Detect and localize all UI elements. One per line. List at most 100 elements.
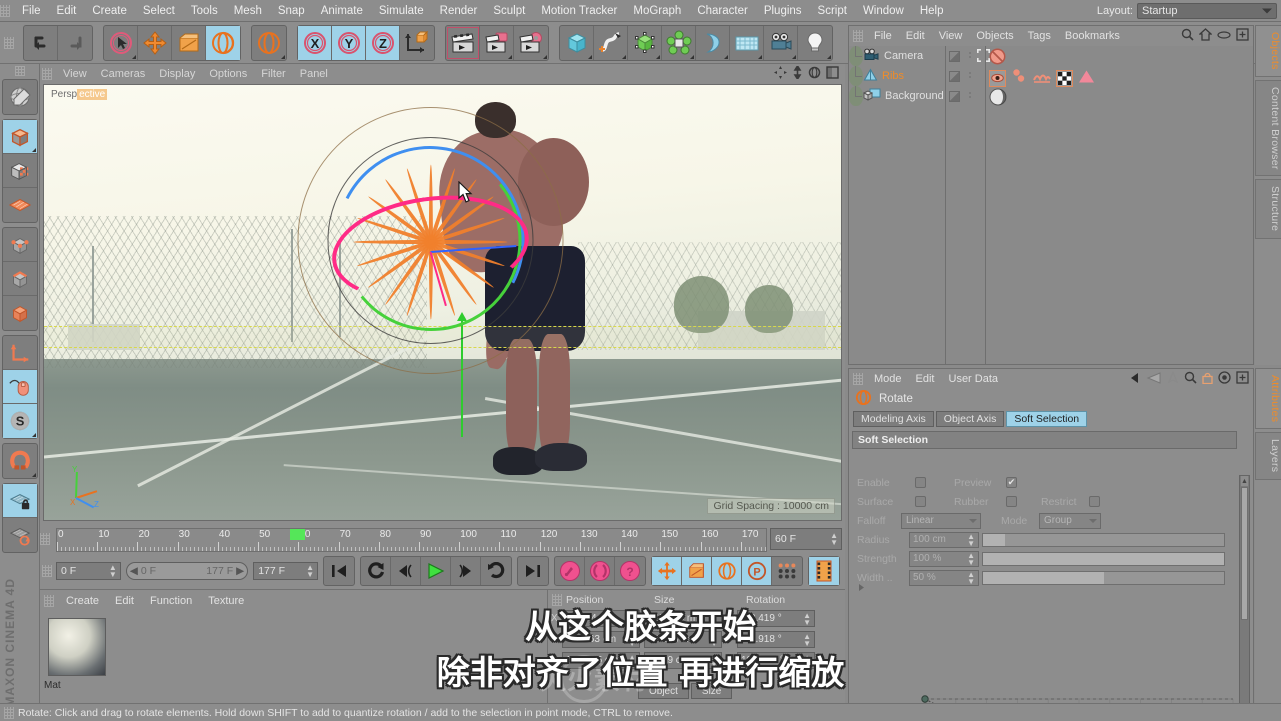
menu-item-character[interactable]: Character: [689, 0, 756, 22]
rotation-h-spinner-icon[interactable]: ▲ ▼: [803, 611, 811, 626]
menu-item-tools[interactable]: Tools: [183, 0, 226, 22]
workplane-mode-button[interactable]: [3, 188, 37, 222]
attributes-scrollbar-thumb[interactable]: [1241, 487, 1248, 621]
menu-item-motion-tracker[interactable]: Motion Tracker: [533, 0, 625, 22]
frame-spinner-icon[interactable]: ▲ ▼: [830, 532, 838, 547]
background-dots-icon[interactable]: [965, 90, 975, 100]
curve-expand-icon[interactable]: [857, 583, 866, 595]
menu-item-help[interactable]: Help: [912, 0, 952, 22]
rotation-b-spinner-icon[interactable]: ▲ ▼: [803, 653, 811, 668]
redo-button[interactable]: [58, 26, 92, 60]
position-y-spinner-icon[interactable]: ▲ ▼: [628, 632, 636, 647]
menu-item-select[interactable]: Select: [135, 0, 183, 22]
width-spinner-icon[interactable]: ▲ ▼: [967, 570, 975, 585]
light-button[interactable]: [798, 26, 832, 60]
object-menu-bookmarks[interactable]: Bookmarks: [1058, 26, 1127, 46]
ellipse-icon[interactable]: [1217, 30, 1231, 43]
object-mode-button[interactable]: Object: [638, 683, 689, 699]
width-slider[interactable]: [982, 570, 1225, 585]
menu-item-sculpt[interactable]: Sculpt: [485, 0, 533, 22]
workplane-rotate-button[interactable]: [3, 518, 37, 552]
key-position-button[interactable]: [652, 556, 683, 585]
keyframe-selection-button[interactable]: ?: [615, 557, 645, 585]
position-z-spinner-icon[interactable]: ▲ ▼: [628, 653, 636, 668]
add-panel-icon[interactable]: [1236, 28, 1249, 44]
object-menu-tags[interactable]: Tags: [1021, 26, 1058, 46]
strength-spinner-icon[interactable]: ▲ ▼: [967, 551, 975, 566]
tab-object-axis[interactable]: Object Axis: [935, 411, 1005, 427]
menu-item-animate[interactable]: Animate: [313, 0, 371, 22]
size-z-spinner-icon[interactable]: ▲ ▼: [710, 653, 718, 668]
menu-item-simulate[interactable]: Simulate: [371, 0, 432, 22]
rotate-button[interactable]: [206, 25, 240, 60]
size-z-field[interactable]: 76.59 cm ▲ ▼: [644, 652, 722, 669]
timeline-playhead[interactable]: [290, 529, 306, 540]
mode-dropdown[interactable]: Group: [1039, 512, 1101, 529]
rotation-p-field[interactable]: -25.918 ° ▲ ▼: [737, 631, 815, 648]
world-coordinates-button[interactable]: [400, 26, 434, 60]
x-axis-lock-button[interactable]: X: [298, 25, 332, 60]
model-mode-button[interactable]: [2, 120, 37, 154]
no-entry-icon[interactable]: [989, 48, 1006, 68]
size-x-spinner-icon[interactable]: ▲ ▼: [710, 611, 718, 626]
enable-axis-button[interactable]: [2, 336, 37, 370]
side-tab-objects[interactable]: Objects: [1255, 25, 1281, 77]
viewport-menu-cameras[interactable]: Cameras: [94, 64, 153, 84]
size-x-field[interactable]: 145.164 m ▲ ▼: [644, 610, 722, 627]
menu-item-render[interactable]: Render: [432, 0, 486, 22]
move-button[interactable]: [138, 25, 172, 60]
radius-spinner-icon[interactable]: ▲ ▼: [967, 532, 975, 547]
enable-checkbox[interactable]: [915, 477, 926, 488]
back-icon[interactable]: [1129, 372, 1141, 387]
rotation-h-field[interactable]: -62.419 ° ▲ ▼: [737, 610, 815, 627]
vertex-map-icon[interactable]: [1033, 70, 1051, 87]
live-selection-button[interactable]: [104, 25, 138, 60]
render-view-button[interactable]: [446, 25, 480, 60]
zoom-view-icon[interactable]: [792, 64, 803, 82]
key-pla-button[interactable]: P: [742, 556, 773, 585]
polygons-mode-button[interactable]: [3, 296, 37, 330]
falloff-dropdown[interactable]: Linear: [901, 512, 981, 529]
object-row-ribs[interactable]: Ribs: [849, 66, 1253, 87]
previous-frame-button[interactable]: [391, 556, 422, 585]
next-keyframe-button[interactable]: [481, 557, 511, 585]
attributes-menu-user-data[interactable]: User Data: [942, 369, 1006, 389]
attributes-menu-mode[interactable]: Mode: [867, 369, 909, 389]
strength-field[interactable]: 100 % ▲ ▼: [909, 550, 979, 567]
material-swatch[interactable]: [45, 615, 109, 691]
size-y-field[interactable]: 149.93 cm ▲ ▼: [644, 631, 722, 648]
magnet-button[interactable]: [3, 444, 37, 478]
target-icon[interactable]: [1218, 371, 1231, 387]
object-manager-list[interactable]: Camera Ribs Background: [849, 46, 1253, 364]
key-parameters-button[interactable]: [772, 557, 802, 585]
material-menu-texture[interactable]: Texture: [200, 590, 252, 612]
object-row-camera[interactable]: Camera: [849, 46, 1253, 66]
scale-button[interactable]: [172, 25, 206, 60]
end-spinner-icon[interactable]: ▲ ▼: [306, 563, 314, 578]
position-x-spinner-icon[interactable]: ▲ ▼: [628, 611, 636, 626]
menu-item-mograph[interactable]: MoGraph: [625, 0, 689, 22]
key-scale-button[interactable]: [682, 556, 713, 585]
radius-slider[interactable]: [982, 532, 1225, 547]
viewport-menu-options[interactable]: Options: [202, 64, 254, 84]
generator-button[interactable]: [628, 25, 662, 60]
maximize-view-icon[interactable]: [826, 66, 839, 82]
autokey-button[interactable]: [585, 556, 616, 585]
forward-icon[interactable]: [1146, 371, 1162, 387]
home-icon[interactable]: [1198, 28, 1213, 44]
undo-button[interactable]: [24, 25, 58, 60]
viewport-menu-filter[interactable]: Filter: [254, 64, 292, 84]
menu-item-mesh[interactable]: Mesh: [226, 0, 270, 22]
viewport-canvas[interactable]: Y X Z Persp ective Grid Spacing : 10000 c…: [43, 84, 842, 521]
workplane-lock-button[interactable]: [2, 484, 37, 518]
attributes-scrollbar[interactable]: ▲ ▼: [1239, 475, 1250, 715]
camera-dots-icon[interactable]: [965, 50, 975, 60]
edges-mode-button[interactable]: [2, 262, 37, 296]
render-settings-button[interactable]: [514, 26, 548, 60]
preview-range-field[interactable]: ◀ 0 F 177 F ▶: [125, 561, 249, 580]
menu-item-window[interactable]: Window: [855, 0, 912, 22]
range-left-arrow-icon[interactable]: ◀: [130, 565, 138, 577]
viewport-menu-panel[interactable]: Panel: [293, 64, 335, 84]
rubber-checkbox[interactable]: [1006, 496, 1017, 507]
object-menu-edit[interactable]: Edit: [899, 26, 932, 46]
